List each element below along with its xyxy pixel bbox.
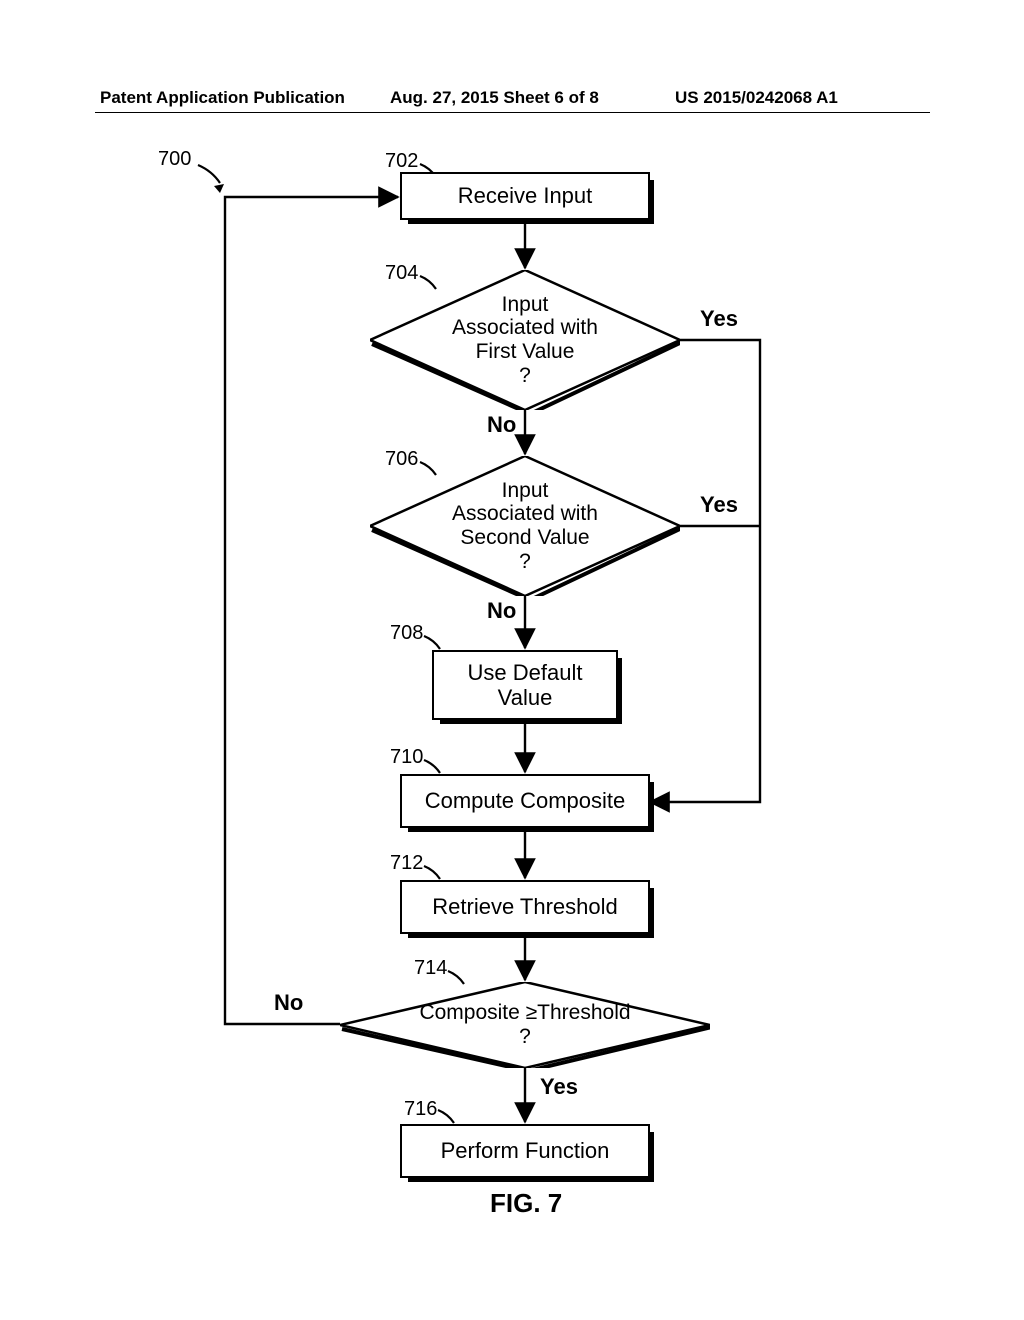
header-right: US 2015/0242068 A1: [675, 88, 838, 108]
edge-714-yes: Yes: [540, 1074, 578, 1100]
node-decision-threshold: Composite ≥Threshold ?: [340, 982, 710, 1068]
node-use-default: Use Default Value: [432, 650, 618, 720]
node-702-text: Receive Input: [458, 183, 593, 208]
ref-700: 700: [158, 148, 191, 171]
node-708-text: Use Default Value: [468, 660, 583, 711]
header-center: Aug. 27, 2015 Sheet 6 of 8: [390, 88, 599, 108]
node-perform-function: Perform Function: [400, 1124, 650, 1178]
edge-706-yes: Yes: [700, 492, 738, 518]
node-decision-second-value: Input Associated with Second Value ?: [370, 456, 680, 596]
ref-708: 708: [390, 622, 423, 645]
ref-710: 710: [390, 746, 423, 769]
node-retrieve-threshold: Retrieve Threshold: [400, 880, 650, 934]
ref-714: 714: [414, 957, 447, 980]
node-706-text: Input Associated with Second Value ?: [452, 479, 598, 573]
node-714-text: Composite ≥Threshold ?: [419, 1001, 630, 1048]
edge-704-yes: Yes: [700, 306, 738, 332]
node-receive-input: Receive Input: [400, 172, 650, 220]
node-710-text: Compute Composite: [425, 788, 626, 813]
node-712-text: Retrieve Threshold: [432, 894, 617, 919]
header-left: Patent Application Publication: [100, 88, 345, 108]
node-decision-first-value: Input Associated with First Value ?: [370, 270, 680, 410]
node-716-text: Perform Function: [441, 1138, 610, 1163]
ref-702: 702: [385, 150, 418, 173]
page: Patent Application Publication Aug. 27, …: [0, 0, 1024, 1320]
ref-716: 716: [404, 1098, 437, 1121]
node-compute-composite: Compute Composite: [400, 774, 650, 828]
figure-label: FIG. 7: [490, 1188, 562, 1219]
header-rule: [95, 112, 930, 113]
edge-706-no: No: [487, 598, 516, 624]
node-704-text: Input Associated with First Value ?: [452, 293, 598, 387]
edge-704-no: No: [487, 412, 516, 438]
ref-712: 712: [390, 852, 423, 875]
edge-714-no: No: [274, 990, 303, 1016]
